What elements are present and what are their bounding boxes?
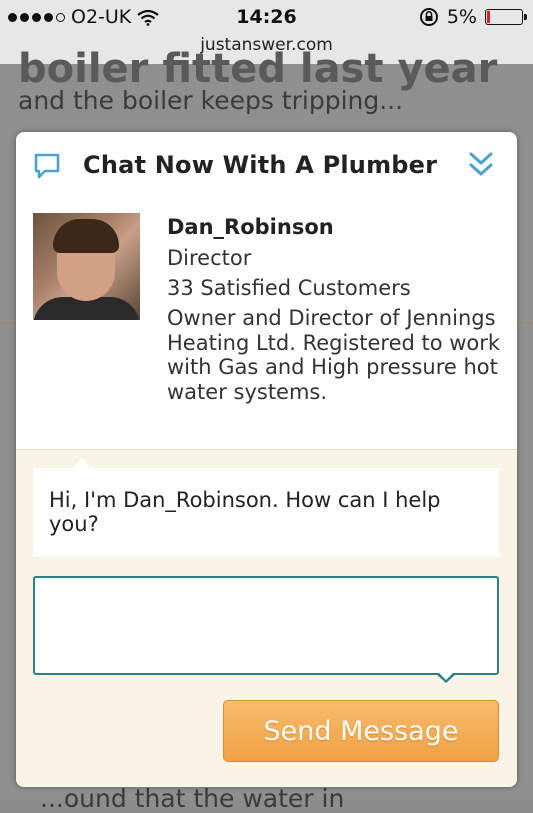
greeting-message: Hi, I'm Dan_Robinson. How can I help you…: [33, 468, 499, 557]
expert-role: Director: [167, 246, 252, 270]
battery-percent: 5%: [446, 6, 477, 28]
double-chevron-down-icon[interactable]: [467, 150, 495, 180]
chat-modal: Chat Now With A Plumber Dan_Robinson Dir…: [16, 132, 517, 787]
greeting-text: Hi, I'm Dan_Robinson. How can I help you…: [49, 488, 441, 536]
message-input[interactable]: [33, 576, 499, 675]
expert-bio: Owner and Director of Jennings Heating L…: [167, 306, 501, 404]
chat-bubble-icon: [34, 153, 60, 179]
satisfied-customers: 33 Satisfied Customers: [167, 276, 411, 300]
chat-area: Hi, I'm Dan_Robinson. How can I help you…: [16, 449, 517, 787]
input-tail: [436, 672, 456, 683]
background-bottom-text: ...ound that the water in: [40, 784, 345, 813]
modal-header: Chat Now With A Plumber: [16, 132, 517, 200]
modal-title: Chat Now With A Plumber: [83, 151, 438, 179]
status-bar: O2-UK 14:26 5%: [0, 0, 533, 34]
expert-avatar: [33, 213, 140, 320]
status-right-group: 5%: [419, 6, 527, 28]
rotation-lock-icon: [419, 8, 438, 26]
battery-icon: [485, 9, 527, 25]
background-text: and the boiler keeps tripping...: [18, 86, 404, 115]
expert-name: Dan_Robinson: [167, 215, 334, 239]
send-message-button[interactable]: Send Message: [223, 700, 499, 762]
